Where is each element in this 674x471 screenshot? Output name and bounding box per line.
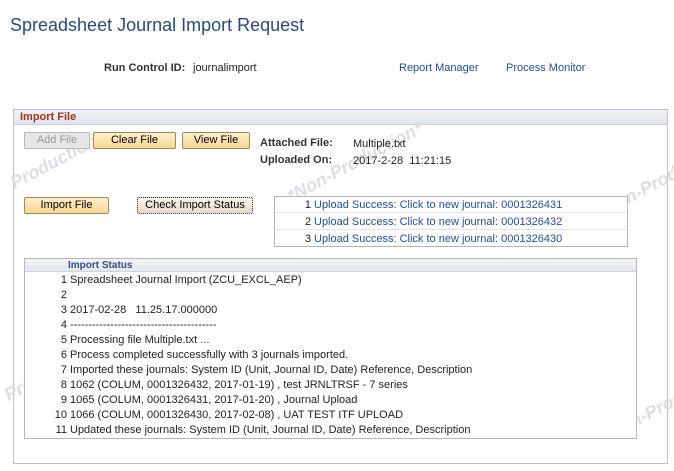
upload-results-list: 1 Upload Success: Click to new journal: … [274,196,628,247]
line-text: 1062 (COLUM, 0001326432, 2017-01-19) , t… [70,379,408,391]
status-line: 4 ---------------------------------------… [25,318,636,333]
line-number: 1 [60,274,67,286]
status-line: 2 [25,288,636,303]
run-control-value: journalimport [193,62,257,74]
line-text: 1065 (COLUM, 0001326431, 2017-01-20) , J… [70,394,358,406]
status-line: 3 2017-02-28 11.25.17.000000 [25,303,636,318]
line-number: 2 [60,289,67,301]
process-monitor-link[interactable]: Process Monitor [506,62,585,74]
import-file-header [14,110,667,125]
row-number: 3 [304,233,311,245]
uploaded-on-value: 2017-2-28 11:21:15 [353,155,452,167]
journal-link[interactable]: Upload Success: Click to new journal: 00… [314,197,562,213]
line-text: 2017-02-28 11.25.17.000000 [70,304,218,316]
check-import-status-button[interactable]: Check Import Status [137,197,253,214]
run-control-label: Run Control ID: [104,62,186,74]
status-line: 5 Processing file Multiple.txt ... [25,333,636,348]
line-number: 8 [60,379,67,391]
status-line: 7 Imported these journals: System ID (Uni… [25,363,636,378]
line-text: ---------------------------------------- [70,319,217,331]
line-number: 10 [54,409,67,421]
attached-file-value: Multiple.txt [353,138,406,150]
status-line: 8 1062 (COLUM, 0001326432, 2017-01-19) , … [25,378,636,393]
uploaded-on-label: Uploaded On: [260,154,333,166]
line-number: 6 [60,349,67,361]
import-file-button[interactable]: Import File [24,197,109,214]
status-line: 9 1065 (COLUM, 0001326431, 2017-01-20) , … [25,393,636,408]
list-item: 2 Upload Success: Click to new journal: … [275,214,627,230]
line-number: 11 [55,424,67,436]
line-text: Process completed successfully with 3 jo… [70,349,349,361]
status-line: 10 1066 (COLUM, 0001326430, 2017-02-08) ,… [25,408,636,423]
line-text: 1066 (COLUM, 0001326430, 2017-02-08) , U… [70,409,404,421]
import-status-title: Import Status [68,260,133,271]
line-number: 5 [60,334,67,346]
journal-link[interactable]: Upload Success: Click to new journal: 00… [314,214,562,230]
status-line: 6 Process completed successfully with 3 j… [25,348,636,363]
line-number: 4 [60,319,67,331]
attached-file-label: Attached File: [260,137,333,149]
list-item: 1 Upload Success: Click to new journal: … [275,197,627,213]
line-text: Imported these journals: System ID (Unit… [70,364,473,376]
import-file-title: Import File [20,111,77,123]
clear-file-button[interactable]: Clear File [93,132,176,149]
row-number: 2 [304,216,311,228]
line-text: Updated these journals: System ID (Unit,… [70,424,471,436]
status-line: 1 Spreadsheet Journal Import (ZCU_EXCL_AE… [25,273,636,288]
line-text: Processing file Multiple.txt ... [70,334,210,346]
journal-link[interactable]: Upload Success: Click to new journal: 00… [314,231,562,247]
line-text: Spreadsheet Journal Import (ZCU_EXCL_AEP… [70,274,302,286]
line-number: 3 [60,304,67,316]
view-file-button[interactable]: View File [182,132,250,149]
status-line: 11 Updated these journals: System ID (Uni… [25,423,636,438]
line-number: 7 [60,364,67,376]
report-manager-link[interactable]: Report Manager [399,62,479,74]
row-number: 1 [304,199,311,211]
list-item: 3 Upload Success: Click to new journal: … [275,231,627,247]
line-number: 9 [60,394,67,406]
page-title: Spreadsheet Journal Import Request [10,15,305,35]
add-file-button[interactable]: Add File [24,132,90,149]
